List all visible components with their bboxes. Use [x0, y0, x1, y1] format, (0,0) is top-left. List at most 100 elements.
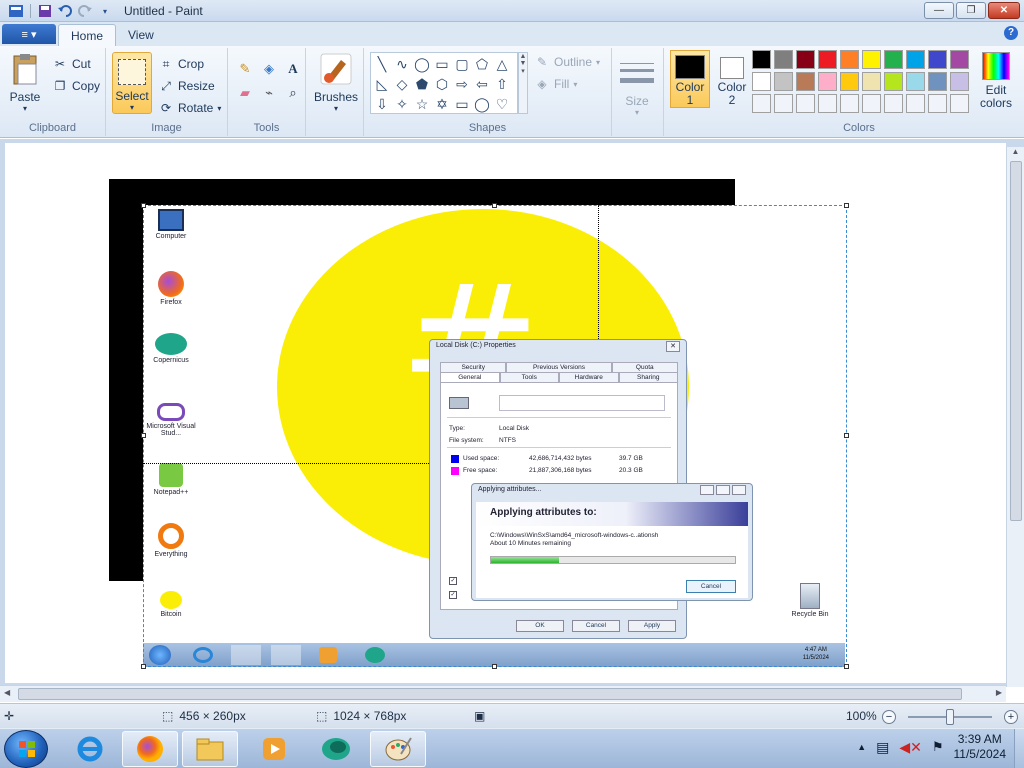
- five-point-star-shape-icon[interactable]: ☆: [412, 94, 432, 114]
- flag-icon[interactable]: ⚑: [932, 739, 944, 755]
- file-menu-button[interactable]: ≡ ▾: [2, 24, 56, 44]
- scroll-right-icon[interactable]: ▶: [996, 688, 1002, 697]
- taskbar-firefox[interactable]: [122, 731, 178, 767]
- size-label: Size: [625, 94, 649, 108]
- diamond-shape-icon[interactable]: ◇: [392, 74, 412, 94]
- oval-shape-icon[interactable]: ◯: [412, 54, 432, 74]
- taskbar-media-player[interactable]: [246, 731, 302, 767]
- selection-handle[interactable]: [844, 203, 849, 208]
- pentagon-shape-icon[interactable]: ⬟: [412, 74, 432, 94]
- image-group-label: Image: [151, 122, 182, 134]
- four-point-star-shape-icon[interactable]: ✧: [392, 94, 412, 114]
- six-point-star-shape-icon[interactable]: ✡: [432, 94, 452, 114]
- scroll-up-icon[interactable]: ▲: [1007, 147, 1024, 156]
- curve-shape-icon[interactable]: ∿: [392, 54, 412, 74]
- callout-oval-shape-icon[interactable]: ◯: [472, 94, 492, 114]
- select-dropdown-icon: ▾: [129, 103, 134, 112]
- selection-handle[interactable]: [844, 433, 849, 438]
- windows-logo-icon: [19, 741, 35, 757]
- crop-button[interactable]: ⌗ Crop: [158, 54, 204, 74]
- rotate-label: Rotate: [178, 101, 214, 115]
- save-icon[interactable]: [37, 3, 53, 19]
- redo-icon[interactable]: [77, 3, 93, 19]
- selection-handle[interactable]: [141, 203, 146, 208]
- outline-button[interactable]: ✎ Outline ▾: [534, 52, 600, 72]
- eraser-icon[interactable]: ▰: [234, 82, 256, 104]
- customize-qat-icon[interactable]: ▾: [97, 3, 113, 19]
- help-icon[interactable]: ?: [1004, 26, 1018, 40]
- zoom-slider-thumb[interactable]: [946, 709, 954, 725]
- line-shape-icon[interactable]: ╲: [372, 54, 392, 74]
- undo-icon[interactable]: [57, 3, 73, 19]
- taskbar-paint[interactable]: [370, 731, 426, 767]
- heart-shape-icon[interactable]: ♡: [492, 94, 512, 114]
- resize-button[interactable]: ⤢ Resize: [158, 76, 215, 96]
- fill-bucket-icon[interactable]: ◈: [258, 58, 280, 80]
- left-arrow-shape-icon[interactable]: ⇦: [472, 74, 492, 94]
- horizontal-scrollbar[interactable]: ◀ ▶: [0, 685, 1006, 702]
- shapes-gallery[interactable]: ╲ ∿ ◯ ▭ ▢ ⬠ △ ◺ ◇ ⬟ ⬡ ⇨ ⇦ ⇧ ⇩ ✧ ☆ ✡ ▭ ◯ …: [370, 52, 518, 114]
- shapes-scroll[interactable]: ▲ ▼ ▾: [518, 52, 528, 114]
- quick-access-toolbar: ▾: [8, 3, 113, 19]
- select-button[interactable]: Select ▾: [112, 52, 152, 114]
- horizontal-scroll-thumb[interactable]: [18, 688, 962, 700]
- selection-handle[interactable]: [844, 664, 849, 669]
- scissors-icon: ✂: [54, 57, 66, 71]
- show-hidden-icons[interactable]: ▲: [857, 742, 866, 752]
- vertical-scrollbar[interactable]: ▲: [1006, 147, 1024, 687]
- triangle-shape-icon[interactable]: △: [492, 54, 512, 74]
- show-desktop-button[interactable]: [1014, 729, 1024, 768]
- minimize-button[interactable]: —: [924, 2, 954, 19]
- selection-handle[interactable]: [492, 203, 497, 208]
- selection-handle[interactable]: [141, 664, 146, 669]
- selection-handle[interactable]: [492, 664, 497, 669]
- tab-home[interactable]: Home: [58, 24, 117, 46]
- taskbar-copernicus[interactable]: [308, 731, 364, 767]
- right-triangle-shape-icon[interactable]: ◺: [372, 74, 392, 94]
- paste-button[interactable]: Paste ▾: [8, 52, 42, 113]
- fill-button[interactable]: ◈ Fill ▾: [534, 74, 577, 94]
- cursor-position: ✛: [4, 709, 14, 723]
- close-button[interactable]: ✕: [988, 2, 1020, 19]
- zoom-in-button[interactable]: +: [1004, 710, 1018, 724]
- taskbar-explorer[interactable]: [182, 731, 238, 767]
- paint-app-icon[interactable]: [8, 3, 24, 19]
- zoom-out-button[interactable]: −: [882, 710, 896, 724]
- down-arrow-shape-icon[interactable]: ⇩: [372, 94, 392, 114]
- rotate-button[interactable]: ⟳ Rotate ▾: [158, 98, 221, 118]
- right-arrow-shape-icon[interactable]: ⇨: [452, 74, 472, 94]
- brushes-button[interactable]: Brushes ▾: [314, 52, 358, 113]
- rounded-rectangle-shape-icon[interactable]: ▢: [452, 54, 472, 74]
- magnifier-icon[interactable]: ⌕: [282, 82, 304, 104]
- volume-icon[interactable]: ◀✕: [899, 739, 922, 756]
- vertical-scroll-thumb[interactable]: [1010, 161, 1022, 521]
- clock[interactable]: 3:39 AM 11/5/2024: [954, 732, 1007, 762]
- up-arrow-shape-icon[interactable]: ⇧: [492, 74, 512, 94]
- scroll-left-icon[interactable]: ◀: [4, 688, 10, 697]
- taskbar-ie[interactable]: [62, 731, 118, 767]
- rectangle-shape-icon[interactable]: ▭: [432, 54, 452, 74]
- selection-handle[interactable]: [141, 433, 146, 438]
- network-icon[interactable]: ▤: [876, 739, 889, 756]
- color-picker-icon[interactable]: ⌁: [258, 82, 280, 104]
- outline-dropdown-icon: ▾: [596, 57, 601, 67]
- size-button[interactable]: Size ▾: [620, 56, 654, 117]
- text-tool-icon[interactable]: A: [282, 58, 304, 80]
- copy-button[interactable]: ❐ Copy: [52, 76, 100, 96]
- pencil-icon[interactable]: ✎: [234, 58, 256, 80]
- drawing-canvas[interactable]: # Computer Firefox Copernicus Microsoft …: [5, 143, 1006, 683]
- tab-view[interactable]: View: [116, 24, 166, 46]
- maximize-button[interactable]: ❐: [956, 2, 986, 19]
- outline-icon: ✎: [536, 55, 548, 69]
- hexagon-shape-icon[interactable]: ⬡: [432, 74, 452, 94]
- polygon-shape-icon[interactable]: ⬠: [472, 54, 492, 74]
- tools-grid: ✎ ◈ A ▰ ⌁ ⌕: [234, 58, 304, 104]
- workspace: # Computer Firefox Copernicus Microsoft …: [0, 139, 1024, 687]
- clock-date: 11/5/2024: [953, 747, 1007, 761]
- cut-button[interactable]: ✂ Cut: [52, 54, 91, 74]
- colors-group-label: Colors: [843, 122, 875, 134]
- start-button[interactable]: [4, 730, 48, 768]
- selection-marquee[interactable]: [143, 205, 847, 667]
- callout-rect-shape-icon[interactable]: ▭: [452, 94, 472, 114]
- paste-dropdown-icon[interactable]: ▾: [23, 104, 27, 113]
